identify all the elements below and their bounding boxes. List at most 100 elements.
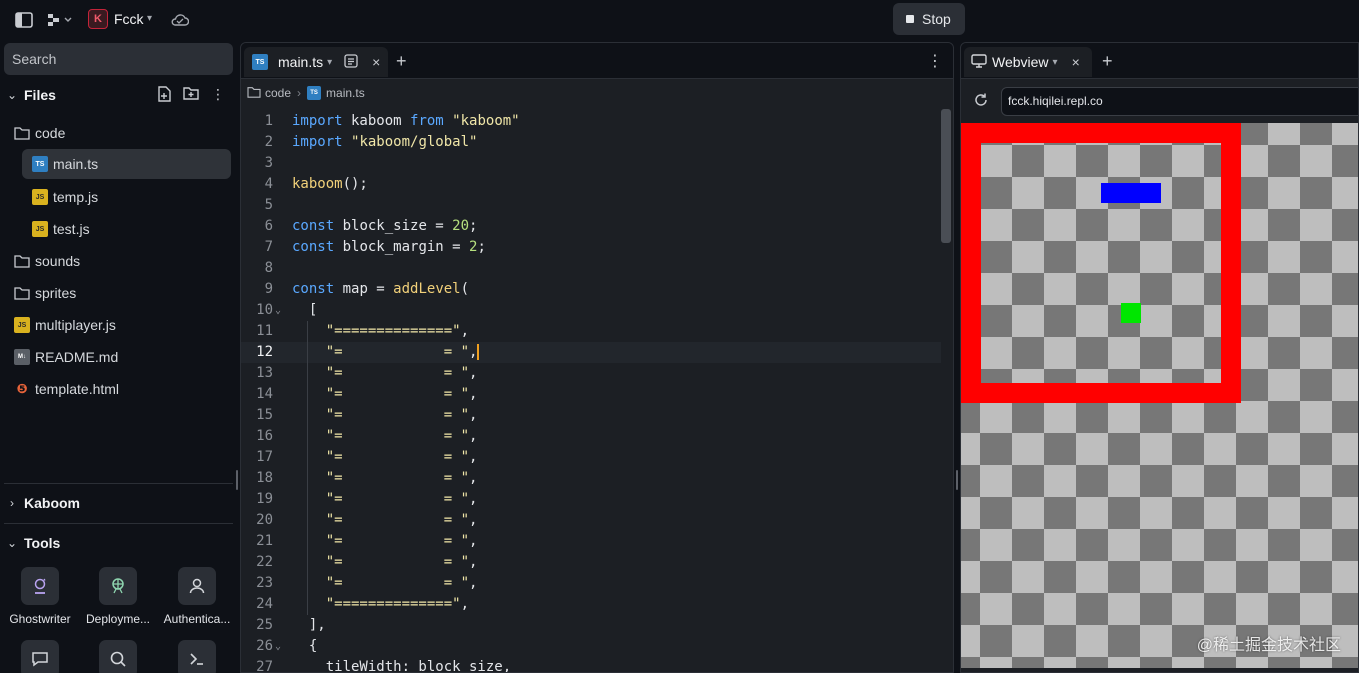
code-line[interactable]: 17 "= = ",: [241, 447, 941, 468]
tool-chat[interactable]: [2, 640, 78, 673]
tree-item-readme-md[interactable]: M↓ README.md: [14, 342, 233, 372]
code-line[interactable]: 1 import kaboom from "kaboom": [241, 111, 941, 132]
divider: [4, 483, 233, 484]
code-line[interactable]: 6 const block_size = 20;: [241, 216, 941, 237]
stop-button[interactable]: Stop: [893, 3, 965, 35]
tree-item-template-html[interactable]: ❺ template.html: [14, 374, 233, 404]
tree-item-label: main.ts: [53, 156, 99, 172]
chevron-down-icon[interactable]: ▾: [327, 57, 332, 68]
tab-main-ts[interactable]: TS main.ts ▾ ×: [244, 47, 388, 77]
tool-label: Ghostwriter: [9, 612, 71, 626]
code-editor-pane: TS main.ts ▾ × + ⋮ code › TS main.ts 1 im…: [240, 42, 954, 673]
code-line[interactable]: 16 "= = ",: [241, 426, 941, 447]
tool-ghostwriter[interactable]: Ghostwriter: [2, 567, 78, 626]
files-section-header[interactable]: ⌄ Files ⋮: [0, 84, 237, 106]
code-line[interactable]: 11 "==============",: [241, 321, 941, 342]
tree-item-sprites[interactable]: sprites: [14, 278, 233, 308]
tree-item-label: multiplayer.js: [35, 317, 116, 333]
code-line[interactable]: 4 kaboom();: [241, 174, 941, 195]
folder-icon: [14, 253, 30, 269]
code-line[interactable]: 14 "= = ",: [241, 384, 941, 405]
code-line[interactable]: 10 ⌄ [: [241, 300, 941, 321]
tool-deployments[interactable]: Deployme...: [80, 567, 156, 626]
sidebar-toggle-icon[interactable]: [14, 10, 34, 30]
app-logo: K: [88, 9, 108, 29]
code-line[interactable]: 7 const block_margin = 2;: [241, 237, 941, 258]
code-line[interactable]: 3: [241, 153, 941, 174]
add-tab-icon[interactable]: +: [1102, 51, 1113, 72]
tree-item-main-ts[interactable]: TS main.ts: [22, 149, 231, 179]
code-line[interactable]: 26 ⌄ {: [241, 636, 941, 657]
code-line[interactable]: 8: [241, 258, 941, 279]
breadcrumb: code › TS main.ts: [241, 79, 953, 107]
fold-chevron-icon[interactable]: ⌄: [275, 636, 281, 657]
tree-item-code[interactable]: code: [14, 118, 233, 148]
add-tab-icon[interactable]: +: [396, 51, 407, 72]
search-input[interactable]: Search: [4, 43, 233, 75]
tab-webview[interactable]: Webview ▾ ×: [964, 47, 1092, 77]
more-options-icon[interactable]: ⋮: [927, 51, 943, 71]
tree-item-multiplayer-js[interactable]: JS multiplayer.js: [14, 310, 233, 340]
sidebar: Search ⌄ Files ⋮ code TS main.ts JS temp…: [0, 40, 237, 673]
code-line[interactable]: 5: [241, 195, 941, 216]
js-file-icon: JS: [14, 317, 30, 333]
url-bar[interactable]: fcck.hiqilei.repl.co: [1001, 87, 1358, 116]
md-file-icon: M↓: [14, 349, 30, 365]
tool-shell[interactable]: [159, 640, 235, 673]
new-folder-icon[interactable]: [183, 86, 199, 105]
editor-scrollbar[interactable]: [941, 109, 951, 243]
fold-chevron-icon[interactable]: ⌄: [275, 300, 281, 321]
tree-item-label: README.md: [35, 349, 119, 365]
chevron-down-icon[interactable]: ▾: [1053, 57, 1058, 68]
tree-item-test-js[interactable]: JS test.js: [32, 214, 232, 244]
tools-section-header[interactable]: ⌄ Tools: [0, 532, 237, 554]
code-line[interactable]: 13 "= = ",: [241, 363, 941, 384]
game-canvas[interactable]: [961, 123, 1358, 668]
reload-icon[interactable]: [973, 92, 989, 113]
code-area[interactable]: 1 import kaboom from "kaboom" 2 import "ka…: [241, 111, 941, 672]
tool-authentication[interactable]: Authentica...: [159, 567, 235, 626]
code-line[interactable]: 20 "= = ",: [241, 510, 941, 531]
close-icon[interactable]: ×: [372, 54, 380, 70]
code-line[interactable]: 25 ],: [241, 615, 941, 636]
search-icon: [99, 640, 137, 673]
code-line[interactable]: 9 const map = addLevel(: [241, 279, 941, 300]
code-line[interactable]: 15 "= = ",: [241, 405, 941, 426]
breadcrumb-item[interactable]: main.ts: [326, 86, 365, 100]
sidebar-resize-handle[interactable]: [236, 470, 238, 490]
watermark: @稀土掘金技术社区: [1196, 637, 1341, 654]
deployments-icon: [99, 567, 137, 605]
files-title: Files: [24, 87, 56, 103]
code-line[interactable]: 22 "= = ",: [241, 552, 941, 573]
stop-label: Stop: [922, 11, 951, 27]
breadcrumb-item[interactable]: code: [265, 86, 291, 100]
code-line[interactable]: 19 "= = ",: [241, 489, 941, 510]
code-line[interactable]: 18 "= = ",: [241, 468, 941, 489]
outline-icon[interactable]: [344, 53, 358, 71]
tree-item-sounds[interactable]: sounds: [14, 246, 233, 276]
tree-item-label: code: [35, 125, 66, 141]
folder-icon: [14, 125, 30, 141]
user-icon: [178, 567, 216, 605]
code-line-active[interactable]: 12 "= = ",: [241, 342, 941, 363]
code-line[interactable]: 27 tileWidth: block_size,: [241, 657, 941, 672]
code-line[interactable]: 2 import "kaboom/global": [241, 132, 941, 153]
tree-item-label: sprites: [35, 285, 77, 301]
tool-search[interactable]: [80, 640, 156, 673]
cloud-sync-icon[interactable]: [170, 10, 190, 30]
new-file-icon[interactable]: [157, 86, 171, 105]
more-options-icon[interactable]: ⋮: [211, 86, 225, 105]
webview-pane: Webview ▾ × + fcck.hiqilei.repl.co: [960, 42, 1359, 673]
ts-file-icon: TS: [307, 86, 322, 100]
repl-menu-icon[interactable]: [46, 10, 74, 30]
app-name[interactable]: Fcck: [114, 11, 144, 27]
kaboom-section-header[interactable]: › Kaboom: [0, 492, 237, 514]
chevron-down-icon[interactable]: ▾: [147, 13, 152, 24]
panel-resize-handle[interactable]: [956, 470, 958, 490]
tree-item-label: temp.js: [53, 189, 99, 205]
close-icon[interactable]: ×: [1072, 54, 1080, 70]
tree-item-temp-js[interactable]: JS temp.js: [32, 182, 232, 212]
code-line[interactable]: 21 "= = ",: [241, 531, 941, 552]
code-line[interactable]: 24 "==============",: [241, 594, 941, 615]
code-line[interactable]: 23 "= = ",: [241, 573, 941, 594]
